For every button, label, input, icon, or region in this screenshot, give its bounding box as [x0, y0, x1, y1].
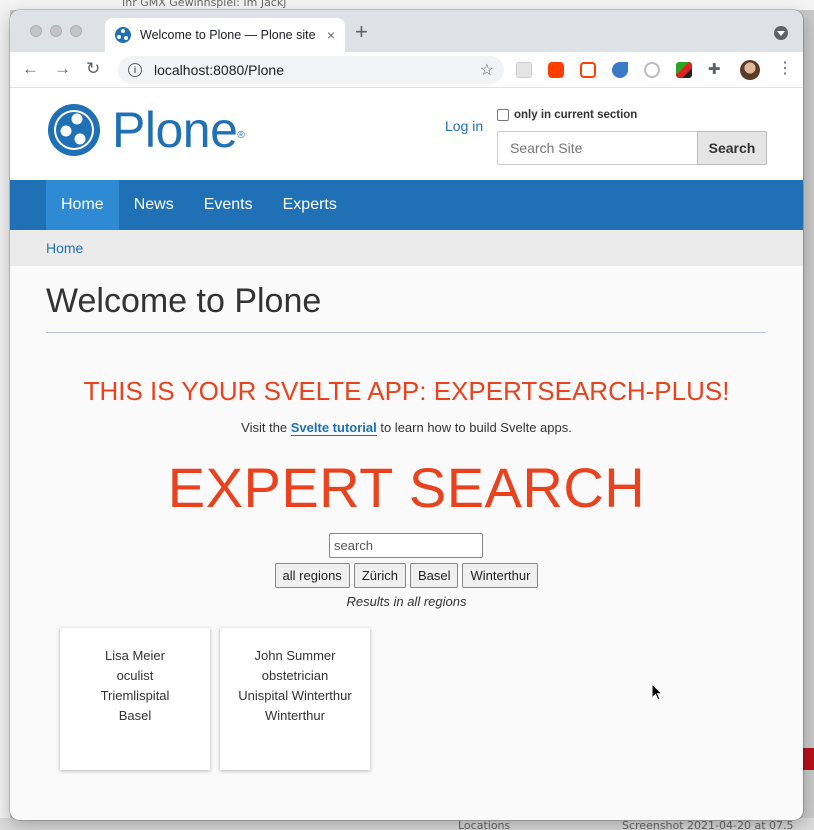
reload-button[interactable]: ↻ [86, 60, 100, 78]
site-info-icon[interactable]: i [128, 63, 142, 77]
svelte-intro-text: Visit the Svelte tutorial to learn how t… [241, 420, 572, 436]
expert-card[interactable]: John Summer obstetrician Unispital Winte… [220, 628, 370, 770]
expert-card[interactable]: Lisa Meier oculist Triemlispital Basel [60, 628, 210, 770]
title-divider [46, 332, 766, 333]
browser-toolbar: ← → ↻ i localhost:8080/Plone ☆ ✚ ⋮ [10, 52, 803, 88]
background-red-element [803, 748, 814, 770]
minimize-window-button[interactable] [50, 25, 62, 37]
plone-logo-icon [48, 104, 100, 156]
only-current-section-checkbox[interactable]: only in current section [497, 109, 637, 121]
nav-item-home[interactable]: Home [46, 180, 119, 230]
tab-close-icon[interactable]: × [327, 27, 335, 43]
site-search-input[interactable]: Search Site [497, 131, 697, 165]
forward-button[interactable]: → [54, 60, 71, 78]
expert-search-input[interactable]: search [329, 533, 483, 558]
global-navigation: Home News Events Experts [10, 180, 803, 230]
expert-profession: obstetrician [261, 668, 329, 683]
svelte-tutorial-link[interactable]: Svelte tutorial [290, 420, 377, 436]
page-title: Welcome to Plone [46, 282, 322, 320]
extensions-puzzle-icon[interactable]: ✚ [708, 62, 724, 78]
expert-search-title: EXPERT SEARCH [167, 456, 646, 519]
svelte-extension-icon[interactable] [548, 62, 564, 78]
url-text[interactable]: localhost:8080/Plone [154, 62, 480, 78]
zoom-window-button[interactable] [70, 25, 82, 37]
close-window-button[interactable] [30, 25, 42, 37]
region-button-basel[interactable]: Basel [409, 563, 459, 588]
nav-item-news[interactable]: News [119, 180, 189, 230]
tab-active[interactable]: Welcome to Plone — Plone site × [105, 18, 345, 52]
expert-name: John Summer [254, 648, 336, 663]
new-tab-button[interactable]: + [355, 21, 368, 43]
site-search-button[interactable]: Search [697, 131, 767, 165]
login-link[interactable]: Log in [445, 118, 483, 134]
expert-name: Lisa Meier [105, 648, 165, 663]
address-bar[interactable]: i localhost:8080/Plone ☆ [118, 56, 504, 84]
browser-menu-icon[interactable]: ⋮ [777, 60, 793, 78]
tab-title: Welcome to Plone — Plone site [140, 28, 316, 42]
breadcrumb: Home [10, 230, 803, 266]
tab-strip: Welcome to Plone — Plone site × + [10, 10, 803, 52]
nav-item-events[interactable]: Events [189, 180, 268, 230]
region-button-zurich[interactable]: Zürich [353, 563, 406, 588]
mouse-cursor-icon [651, 683, 663, 701]
plone-page: Plone® Log in only in current section Se… [10, 88, 803, 820]
svelte-devtools-icon[interactable] [580, 62, 596, 78]
expert-city: Basel [118, 708, 152, 723]
expert-profession: oculist [116, 668, 154, 683]
svelte-app-heading: THIS IS YOUR SVELTE APP: EXPERTSEARCH-PL… [83, 376, 730, 406]
only-current-section-label: only in current section [514, 109, 638, 121]
results-note: Results in all regions [346, 594, 467, 609]
back-button[interactable]: ← [22, 60, 39, 78]
color-extension-icon[interactable] [676, 62, 692, 78]
region-button-all[interactable]: all regions [274, 563, 350, 588]
extension-blank-icon[interactable] [516, 62, 532, 78]
plone-logo[interactable]: Plone® [46, 102, 245, 158]
desktop-left-strip [0, 0, 10, 830]
profile-avatar[interactable] [740, 60, 760, 80]
plone-favicon-icon [115, 27, 131, 43]
logo-wordmark: Plone® [112, 102, 245, 158]
background-window-text: Ihr GMX Gewinnspiel: Im Jackj [122, 0, 287, 9]
tab-search-icon[interactable] [774, 26, 788, 40]
expert-hospital: Triemlispital [100, 688, 170, 703]
expert-city: Winterthur [265, 708, 325, 723]
region-button-winterthur[interactable]: Winterthur [462, 563, 539, 588]
feather-extension-icon[interactable] [612, 62, 628, 78]
checkbox-box[interactable] [497, 109, 509, 121]
expert-hospital: Unispital Winterthur [238, 688, 352, 703]
background-screenshot-file: Screenshot 2021-04-20 at 07.5 [622, 819, 794, 830]
region-filter-buttons: all regions Zürich Basel Winterthur [10, 563, 803, 588]
nav-item-experts[interactable]: Experts [268, 180, 352, 230]
breadcrumb-home-link[interactable]: Home [46, 240, 83, 256]
main-content: Welcome to Plone THIS IS YOUR SVELTE APP… [10, 266, 803, 820]
browser-window: Welcome to Plone — Plone site × + ← → ↻ … [10, 10, 803, 820]
bookmark-star-icon[interactable]: ☆ [480, 60, 494, 80]
spinner-extension-icon[interactable] [644, 62, 660, 78]
background-locations-label: Locations [458, 819, 511, 830]
